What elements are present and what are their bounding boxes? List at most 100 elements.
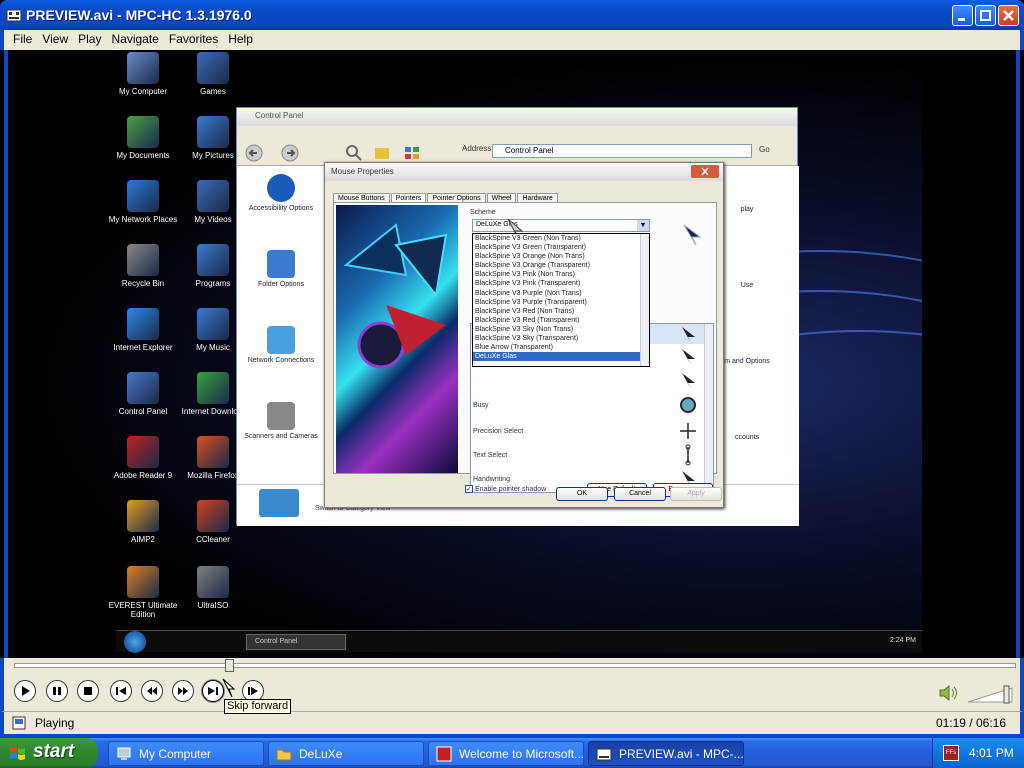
- seek-thumb[interactable]: [225, 659, 234, 672]
- close-button[interactable]: [998, 5, 1019, 26]
- skip-forward-icon: [208, 687, 218, 695]
- stop-button[interactable]: [77, 680, 99, 702]
- scheme-list-scrollbar[interactable]: [640, 234, 649, 366]
- taskbar-item-deluxe[interactable]: DeLuXe: [268, 741, 424, 766]
- internet-explorer-icon: [127, 308, 159, 340]
- busy-cursor-icon: [680, 397, 696, 413]
- pause-button[interactable]: [46, 680, 68, 702]
- scheme-option[interactable]: BlackSpine V3 Green (Transparent): [473, 243, 649, 252]
- desktop-icon-aimp2[interactable]: AIMP2: [108, 500, 178, 544]
- desktop-icon-my-computer[interactable]: My Computer: [108, 52, 178, 96]
- cp-item-scanners[interactable]: Scanners and Cameras: [241, 402, 321, 441]
- desktop-icon-everest[interactable]: EVEREST Ultimate Edition: [108, 566, 178, 619]
- frame-forward-button[interactable]: [172, 680, 194, 702]
- ok-button[interactable]: OK: [556, 487, 608, 501]
- scheme-option[interactable]: BlackSpine V3 Pink (Transparent): [473, 279, 649, 288]
- desktop-icon-my-documents[interactable]: My Documents: [108, 116, 178, 160]
- inner-start-orb-icon: [124, 631, 146, 653]
- desktop-icon-control-panel[interactable]: Control Panel: [108, 372, 178, 416]
- ultraiso-icon: [197, 566, 229, 598]
- cp-item-network-connections[interactable]: Network Connections: [241, 326, 321, 365]
- cp-item-folder-options[interactable]: Folder Options: [241, 250, 321, 289]
- cursor-row-handwriting[interactable]: Handwriting: [473, 476, 510, 483]
- scheme-option[interactable]: BlackSpine V3 Orange (Non Trans): [473, 252, 649, 261]
- desktop-icon-my-network-places[interactable]: My Network Places: [108, 180, 178, 224]
- search-icon[interactable]: [345, 144, 363, 162]
- go-button[interactable]: Go: [759, 145, 770, 154]
- cp-item-accessibility[interactable]: Accessibility Options: [241, 174, 321, 213]
- menu-view[interactable]: View: [37, 30, 73, 48]
- music-icon: [197, 308, 229, 340]
- close-icon: [1003, 10, 1014, 21]
- control-panel-items: Accessibility Options Folder Options Net…: [237, 166, 327, 508]
- desktop-icon-games[interactable]: Games: [178, 52, 248, 96]
- taskbar-item-my-computer[interactable]: My Computer: [108, 741, 264, 766]
- menu-favorites[interactable]: Favorites: [164, 30, 223, 48]
- play-icon: [22, 686, 30, 696]
- forward-icon[interactable]: [281, 144, 299, 162]
- cursor-row-busy[interactable]: Busy: [473, 402, 489, 409]
- shadow-checkbox-row[interactable]: ✓ Enable pointer shadow: [465, 485, 546, 493]
- cursor-art: [343, 223, 448, 369]
- chevron-down-icon[interactable]: ▼: [637, 220, 649, 231]
- menu-help[interactable]: Help: [223, 30, 258, 48]
- playback-controls: Skip forward: [0, 658, 1024, 714]
- apply-button[interactable]: Apply: [670, 487, 722, 501]
- menu-navigate[interactable]: Navigate: [106, 30, 163, 48]
- desktop-icon-recycle-bin[interactable]: Recycle Bin: [108, 244, 178, 288]
- desktop-icon-ultraiso[interactable]: UltraISO: [178, 566, 248, 610]
- scheme-option[interactable]: BlackSpine V3 Purple (Transparent): [473, 298, 649, 307]
- scheme-option[interactable]: BlackSpine V3 Pink (Non Trans): [473, 270, 649, 279]
- menu-play[interactable]: Play: [73, 30, 106, 48]
- address-field[interactable]: Control Panel: [492, 144, 752, 158]
- scheme-options-list[interactable]: BlackSpine V3 Green (Non Trans) BlackSpi…: [472, 233, 650, 367]
- volume-slider[interactable]: [966, 684, 1016, 704]
- start-button[interactable]: start: [0, 738, 98, 768]
- scheme-dropdown[interactable]: DeLuXe Glas ▼: [472, 219, 650, 232]
- scheme-option[interactable]: BlackSpine V3 Red (Transparent): [473, 316, 649, 325]
- scheme-option[interactable]: Blue Arrow (Transparent): [473, 343, 649, 352]
- dialog-close-button[interactable]: [691, 165, 719, 178]
- mouse-properties-dialog[interactable]: Mouse Properties Mouse Buttons Pointers Po…: [324, 162, 724, 508]
- scheme-option[interactable]: BlackSpine V3 Sky (Transparent): [473, 334, 649, 343]
- scheme-option[interactable]: BlackSpine V3 Red (Non Trans): [473, 307, 649, 316]
- taskbar-item-welcome[interactable]: Welcome to Microsoft...: [428, 741, 584, 766]
- frame-back-button[interactable]: [141, 680, 163, 702]
- menu-file[interactable]: File: [8, 30, 37, 48]
- pictures-icon: [197, 116, 229, 148]
- views-icon[interactable]: [403, 144, 421, 162]
- title-bar[interactable]: PREVIEW.avi - MPC-HC 1.3.1976.0: [0, 0, 1024, 30]
- mouse-properties-title: Mouse Properties: [325, 163, 723, 181]
- cursor-list-scrollbar[interactable]: [704, 324, 713, 492]
- desktop-icon-internet-explorer[interactable]: Internet Explorer: [108, 308, 178, 352]
- ffdshow-tray-icon[interactable]: FFs: [943, 745, 959, 761]
- start-label: start: [33, 741, 75, 762]
- skip-forward-button[interactable]: [202, 680, 224, 702]
- cancel-button[interactable]: Cancel: [614, 487, 666, 501]
- back-icon[interactable]: [245, 144, 263, 162]
- cursor-row-precision[interactable]: Precision Select: [473, 428, 523, 435]
- scheme-option[interactable]: BlackSpine V3 Sky (Non Trans): [473, 325, 649, 334]
- seek-bar[interactable]: [14, 659, 1016, 672]
- skip-back-button[interactable]: [110, 680, 132, 702]
- maximize-button[interactable]: [975, 5, 996, 26]
- address-label: Address: [462, 144, 492, 153]
- folders-icon[interactable]: [373, 144, 391, 162]
- play-button[interactable]: [14, 680, 36, 702]
- minimize-button[interactable]: [952, 5, 973, 26]
- desktop-icon-adobe-reader[interactable]: Adobe Reader 9: [108, 436, 178, 480]
- volume-thumb[interactable]: [1003, 685, 1010, 704]
- checkmark-icon[interactable]: ✓: [465, 485, 473, 493]
- inner-taskbar-button: Control Panel: [246, 634, 346, 650]
- mpc-app-icon: [6, 9, 22, 22]
- speaker-icon[interactable]: [938, 684, 960, 702]
- cursor-row-text[interactable]: Text Select: [473, 452, 507, 459]
- normal-select-cursor-icon: [682, 327, 695, 343]
- video-area[interactable]: My Computer Games My Documents My Pictur…: [4, 50, 1020, 658]
- scheme-option-selected[interactable]: DeLuXe Glas: [473, 352, 649, 362]
- taskbar-item-mpc[interactable]: PREVIEW.avi - MPC-...: [588, 741, 744, 766]
- scheme-option[interactable]: BlackSpine V3 Orange (Transparent): [473, 261, 649, 270]
- scheme-option[interactable]: BlackSpine V3 Green (Non Trans): [473, 234, 649, 243]
- scheme-option[interactable]: BlackSpine V3 Purple (Non Trans): [473, 289, 649, 298]
- control-panel-icon: [127, 372, 159, 404]
